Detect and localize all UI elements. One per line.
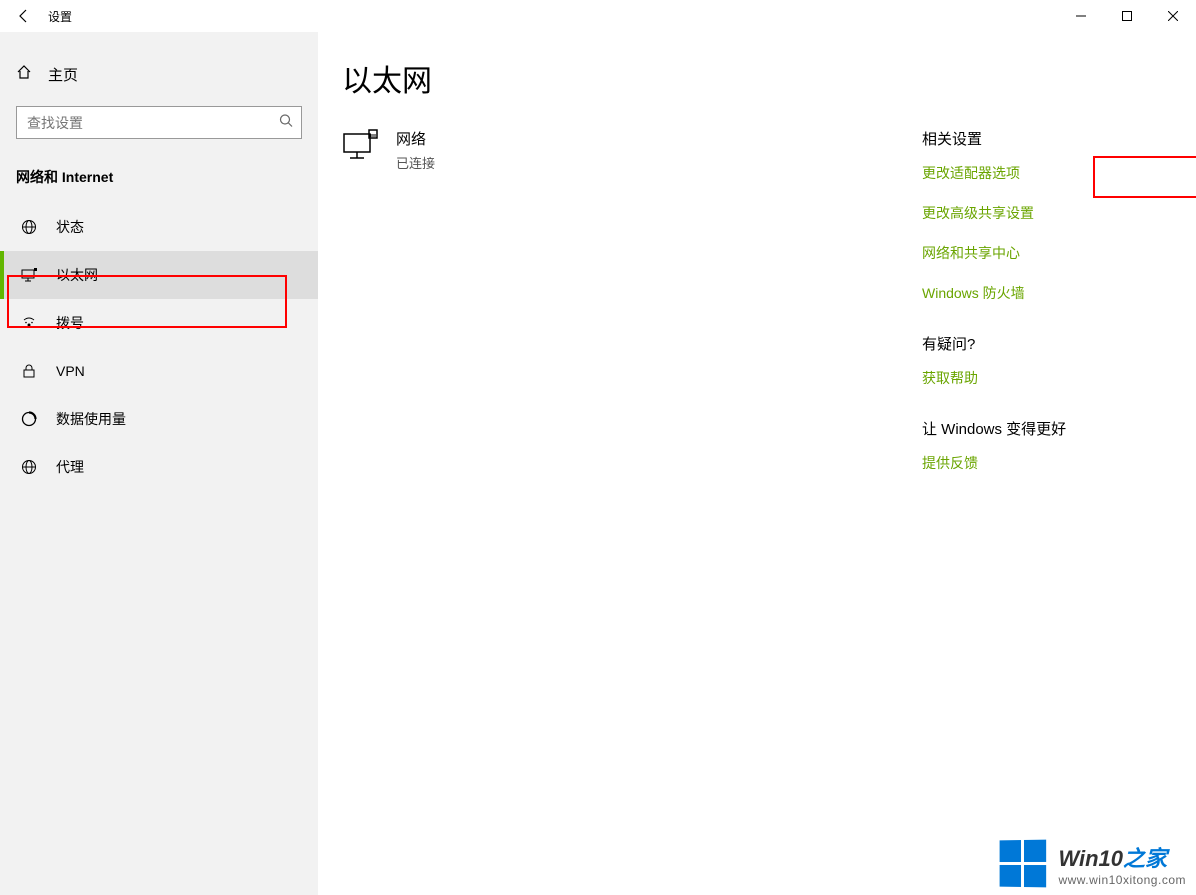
link-get-help[interactable]: 获取帮助 (922, 368, 1172, 388)
link-advanced-sharing[interactable]: 更改高级共享设置 (922, 203, 1172, 223)
network-status: 已连接 (396, 153, 435, 172)
close-icon (1168, 11, 1178, 21)
proxy-icon (20, 458, 38, 476)
data-usage-icon (20, 410, 38, 428)
sidebar-home-label: 主页 (48, 64, 78, 85)
sidebar-item-ethernet[interactable]: 以太网 (0, 251, 318, 299)
ethernet-icon (20, 266, 38, 284)
watermark-url: www.win10xitong.com (1058, 873, 1186, 887)
home-icon (16, 64, 32, 85)
link-adapter-options[interactable]: 更改适配器选项 (922, 163, 1172, 183)
help-heading: 有疑问? (922, 333, 1172, 354)
window-title: 设置 (48, 8, 72, 25)
sidebar-item-data-usage[interactable]: 数据使用量 (0, 395, 318, 443)
globe-icon (20, 218, 38, 236)
dialup-icon (20, 314, 38, 332)
arrow-left-icon (16, 8, 32, 24)
sidebar-item-label: VPN (56, 363, 85, 379)
search-box[interactable] (16, 106, 302, 139)
back-button[interactable] (0, 0, 48, 32)
sidebar-item-label: 代理 (56, 457, 84, 477)
sidebar-item-vpn[interactable]: VPN (0, 347, 318, 395)
monitor-network-icon (342, 128, 378, 164)
titlebar: 设置 (0, 0, 1196, 32)
sidebar-item-label: 状态 (56, 217, 84, 237)
watermark: Win10之家 www.win10xitong.com (999, 840, 1186, 887)
link-give-feedback[interactable]: 提供反馈 (922, 453, 1172, 473)
maximize-button[interactable] (1104, 0, 1150, 32)
link-windows-firewall[interactable]: Windows 防火墙 (922, 283, 1172, 303)
windows-logo-icon (1000, 840, 1047, 888)
maximize-icon (1122, 11, 1132, 21)
network-name: 网络 (396, 128, 435, 149)
network-entry[interactable]: 网络 已连接 (342, 128, 862, 172)
sidebar-item-label: 以太网 (56, 265, 98, 285)
sidebar-item-status[interactable]: 状态 (0, 203, 318, 251)
help-group: 有疑问? 获取帮助 (922, 333, 1172, 388)
watermark-brand: Win10之家 (1058, 841, 1186, 873)
minimize-button[interactable] (1058, 0, 1104, 32)
sidebar-item-label: 数据使用量 (56, 409, 126, 429)
sidebar: 主页 网络和 Internet 状态 以太网 (0, 32, 318, 895)
related-settings-group: 相关设置 更改适配器选项 更改高级共享设置 网络和共享中心 Windows 防火… (922, 128, 1172, 303)
vpn-icon (20, 362, 38, 380)
sidebar-item-label: 拨号 (56, 313, 84, 333)
sidebar-home[interactable]: 主页 (0, 54, 318, 94)
search-icon (279, 113, 293, 132)
search-input[interactable] (17, 107, 271, 138)
window-controls (1058, 0, 1196, 32)
related-settings-heading: 相关设置 (922, 128, 1172, 149)
sidebar-section-title: 网络和 Internet (0, 139, 318, 203)
sidebar-item-proxy[interactable]: 代理 (0, 443, 318, 491)
main-content: 以太网 (318, 32, 1196, 895)
minimize-icon (1076, 11, 1086, 21)
feedback-group: 让 Windows 变得更好 提供反馈 (922, 418, 1172, 473)
page-title: 以太网 (342, 56, 1172, 100)
feedback-heading: 让 Windows 变得更好 (922, 418, 1172, 439)
close-button[interactable] (1150, 0, 1196, 32)
sidebar-item-dialup[interactable]: 拨号 (0, 299, 318, 347)
link-network-sharing-center[interactable]: 网络和共享中心 (922, 243, 1172, 263)
